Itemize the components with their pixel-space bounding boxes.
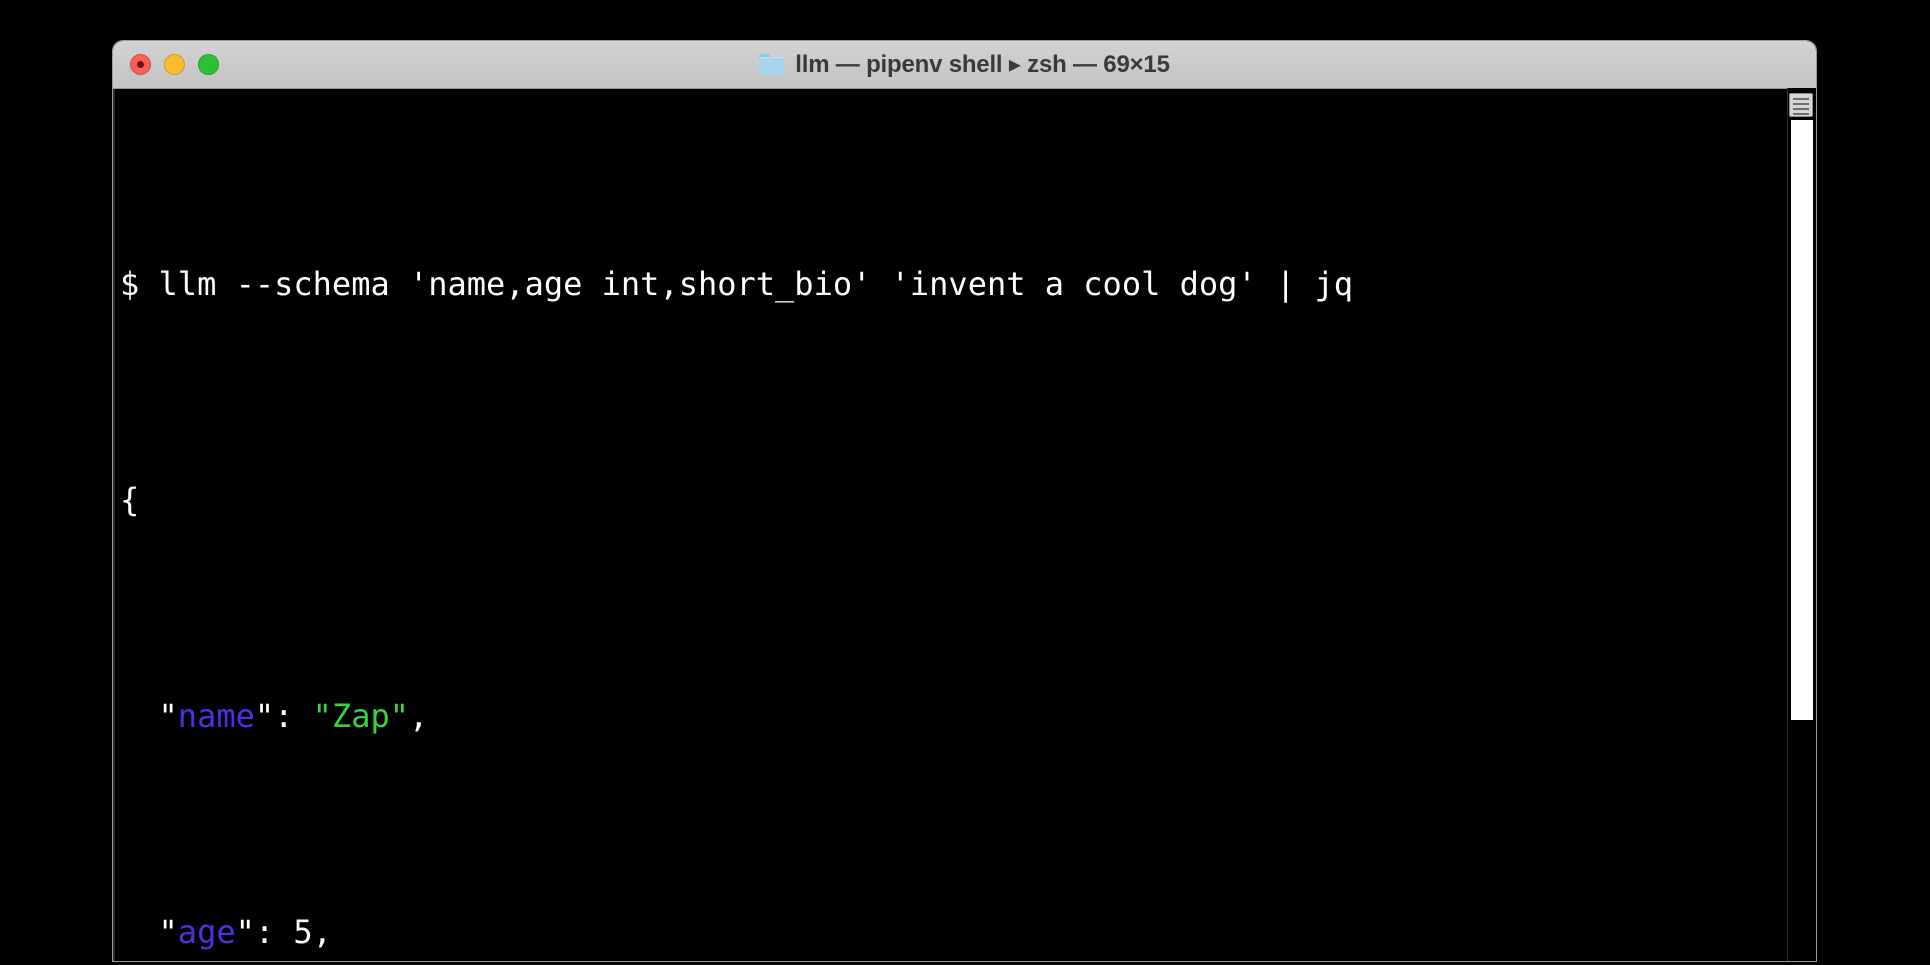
window-title: llm — pipenv shell ▸ zsh — 69×15 [113, 50, 1816, 79]
window-controls [130, 41, 219, 88]
window-title-text: llm — pipenv shell ▸ zsh — 69×15 [795, 51, 1170, 78]
terminal-left-edge [113, 89, 115, 961]
title-bar[interactable]: llm — pipenv shell ▸ zsh — 69×15 [113, 41, 1816, 89]
json-open-brace: { [120, 481, 140, 519]
terminal-window: llm — pipenv shell ▸ zsh — 69×15 $ llm -… [113, 41, 1816, 961]
command-line-text: $ llm --schema 'name,age int,short_bio' … [120, 265, 1353, 303]
terminal-body[interactable]: $ llm --schema 'name,age int,short_bio' … [113, 89, 1816, 961]
zoom-button[interactable] [198, 54, 219, 75]
command-line: $ llm --schema 'name,age int,short_bio' … [120, 257, 1780, 311]
folder-icon [759, 54, 786, 75]
scrollbar-options-button[interactable] [1789, 93, 1813, 117]
screen: llm — pipenv shell ▸ zsh — 69×15 $ llm -… [0, 0, 1930, 965]
minimize-button[interactable] [164, 54, 185, 75]
scrollbar-thumb[interactable] [1791, 120, 1813, 720]
scrollbar[interactable] [1787, 88, 1816, 961]
close-button[interactable] [130, 54, 151, 75]
json-entry-name: "name": "Zap", [158, 697, 429, 735]
json-entry-age: "age": 5, [158, 913, 332, 951]
terminal-output: $ llm --schema 'name,age int,short_bio' … [120, 95, 1780, 961]
